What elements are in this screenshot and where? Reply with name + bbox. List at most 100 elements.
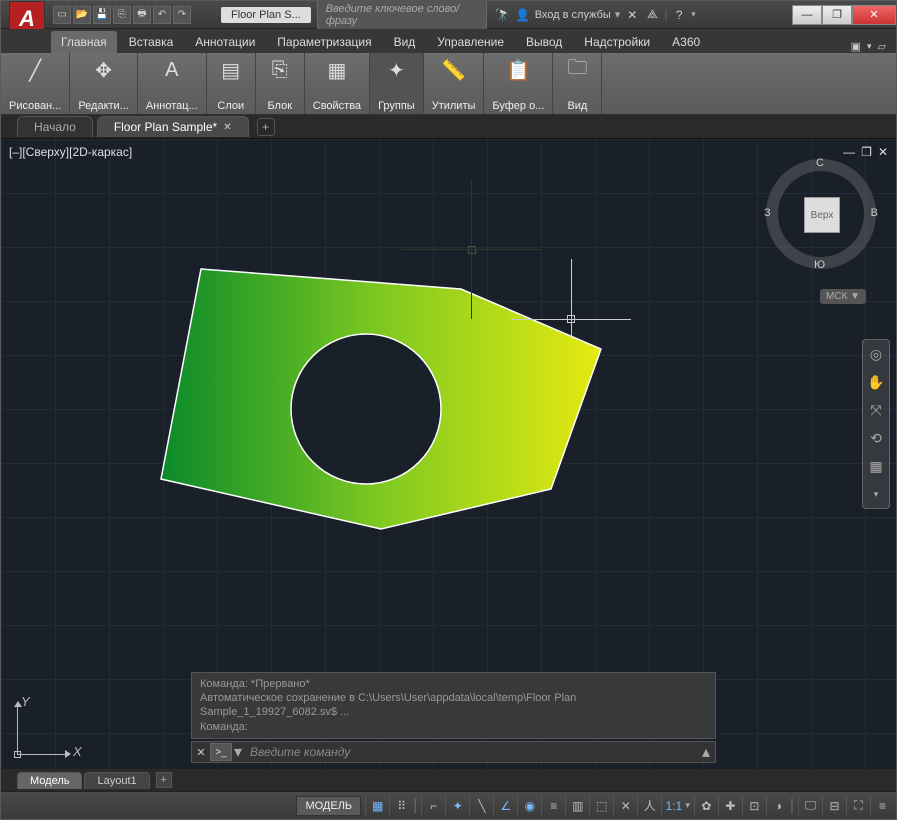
ucs-x-label: X [73,744,82,759]
new-tab-button[interactable]: + [257,118,275,136]
polar-toggle-icon[interactable]: ✦ [445,796,465,816]
viewcube-west[interactable]: З [764,207,771,219]
panel-annotate[interactable]: AАннотац... [138,53,207,114]
titlebar: A ▭ 📂 💾 ⎘ 🖶 ↶ ↷ Floor Plan S... Введите … [1,1,896,29]
ucs-badge[interactable]: МСК ▼ [820,289,866,304]
panel-layers[interactable]: ▤Слои [207,53,256,114]
ribbon-tab-annotate[interactable]: Аннотации [185,31,265,53]
viewcube-east[interactable]: В [871,207,878,219]
redo-icon[interactable]: ↷ [173,6,191,24]
dynamic-ucs-icon[interactable]: 人 [637,796,657,816]
history-line: Команда: [200,720,707,734]
ribbon-minimize-icon[interactable]: ▱ [878,40,886,53]
minimize-button[interactable]: — [792,5,822,25]
layout-tab-model[interactable]: Модель [17,772,82,789]
command-prompt-icon[interactable]: >_ [210,743,232,761]
drawing-area[interactable]: [–][Сверху][2D-каркас] — ❐ ✕ [1,139,896,769]
snap-toggle-icon[interactable]: ⠿ [389,796,409,816]
user-icon[interactable]: 👤 [515,7,531,23]
panel-block[interactable]: ⎘Блок [256,53,305,114]
lineweight-icon[interactable]: ≡ [541,796,561,816]
model-space-button[interactable]: МОДЕЛЬ [296,796,361,816]
groups-icon: ✦ [380,57,412,83]
viewcube-south[interactable]: Ю [814,259,825,271]
command-input[interactable]: Введите команду [244,743,697,761]
binoculars-icon[interactable]: 🔭 [495,7,511,23]
grid-toggle-icon[interactable]: ▦ [365,796,385,816]
undo-icon[interactable]: ↶ [153,6,171,24]
file-tab-0[interactable]: Floor Plan Sample* ✕ [97,116,249,137]
viewport-label[interactable]: [–][Сверху][2D-каркас] [9,145,132,159]
panel-view[interactable]: 🗀Вид [553,53,602,114]
clipboard-icon: 📋 [502,57,534,83]
start-tab[interactable]: Начало [17,116,93,137]
navbar-expand-icon[interactable]: ▾ [866,484,886,504]
otrack-icon[interactable]: ◉ [517,796,537,816]
zoom-extents-icon[interactable]: ⤧ [866,400,886,420]
viewport-controls: — ❐ ✕ [843,145,888,159]
customize-icon[interactable]: ≡ [870,796,890,816]
selection-cycling-icon[interactable]: ⬚ [589,796,609,816]
viewcube-face-top[interactable]: Верх [804,197,840,233]
panel-modify[interactable]: ✥Редакти... [70,53,138,114]
isolate-icon[interactable]: ⊟ [822,796,842,816]
osnap-toggle-icon[interactable]: ∠ [493,796,513,816]
viewport-close-icon[interactable]: ✕ [878,145,888,159]
annoscale-label[interactable]: 1:1 [661,796,681,816]
statusbar: МОДЕЛЬ ▦ ⠿ | ⌐ ✦ ╲ ∠ ◉ ≡ ▥ ⬚ ✕ 人 1:1 ▾ ✿… [1,791,896,819]
ribbon-tab-home[interactable]: Главная [51,31,117,53]
workspace-icon[interactable]: ✿ [694,796,714,816]
ortho-toggle-icon[interactable]: ⌐ [421,796,441,816]
a360-icon[interactable]: ⟁ [644,7,660,23]
viewcube-north[interactable]: С [816,157,824,169]
ucs-icon[interactable]: Y X [17,689,87,759]
pan-icon[interactable]: ✋ [866,372,886,392]
ribbon-tab-a360[interactable]: A360 [662,31,710,53]
open-icon[interactable]: 📂 [73,6,91,24]
layout-tab-layout1[interactable]: Layout1 [84,772,149,789]
panel-draw[interactable]: ╱Рисован... [1,53,70,114]
ribbon-tab-insert[interactable]: Вставка [119,31,184,53]
ucs-y-label: Y [21,694,30,709]
command-history[interactable]: Команда: *Прервано* Автоматическое сохра… [191,672,716,739]
saveas-icon[interactable]: ⎘ [113,6,131,24]
new-layout-button[interactable]: + [156,772,172,788]
cleanscreen-icon[interactable]: ⛶ [846,796,866,816]
command-close-icon[interactable]: ✕ [192,746,210,759]
ribbon-tab-view[interactable]: Вид [384,31,426,53]
viewcube[interactable]: Верх С Ю З В [766,159,876,269]
panel-properties[interactable]: ▦Свойства [305,53,370,114]
panel-utilities[interactable]: 📏Утилиты [424,53,485,114]
command-recent-icon[interactable]: ▴ [697,742,715,762]
close-tab-icon[interactable]: ✕ [223,122,231,133]
transparency-icon[interactable]: ▥ [565,796,585,816]
annomonitor-icon[interactable]: ✚ [718,796,738,816]
hardware-accel-icon[interactable]: 🖵 [798,796,818,816]
login-button[interactable]: Вход в службы [535,9,611,21]
viewport-minimize-icon[interactable]: — [843,145,855,159]
ribbon-tab-manage[interactable]: Управление [427,31,514,53]
ribbon-tab-addins[interactable]: Надстройки [574,31,660,53]
maximize-button[interactable]: ❐ [822,5,852,25]
viewport-maximize-icon[interactable]: ❐ [861,145,872,159]
ribbon-tab-parametric[interactable]: Параметризация [267,31,381,53]
close-button[interactable]: ✕ [852,5,896,25]
quickprops-icon[interactable]: ◑ [766,796,786,816]
panel-groups[interactable]: ✦Группы [370,53,424,114]
exchange-icon[interactable]: ✕ [624,7,640,23]
new-icon[interactable]: ▭ [53,6,71,24]
help-icon[interactable]: ? [671,7,687,23]
title-right-controls: 🔭 👤 Вход в службы▾ ✕ ⟁ | ? ▾ [495,7,696,23]
orbit-icon[interactable]: ⟲ [866,428,886,448]
showmotion-icon[interactable]: ▦ [866,456,886,476]
print-icon[interactable]: 🖶 [133,6,151,24]
isodraft-icon[interactable]: ╲ [469,796,489,816]
ribbon-tab-output[interactable]: Вывод [516,31,572,53]
3dosnap-icon[interactable]: ✕ [613,796,633,816]
units-icon[interactable]: ⊡ [742,796,762,816]
save-icon[interactable]: 💾 [93,6,111,24]
fullnav-icon[interactable]: ◎ [866,344,886,364]
ribbon-featured-icon[interactable]: ▣ [851,40,861,53]
panel-clipboard[interactable]: 📋Буфер о... [484,53,553,114]
search-input[interactable]: Введите ключевое слово/фразу [317,0,487,31]
